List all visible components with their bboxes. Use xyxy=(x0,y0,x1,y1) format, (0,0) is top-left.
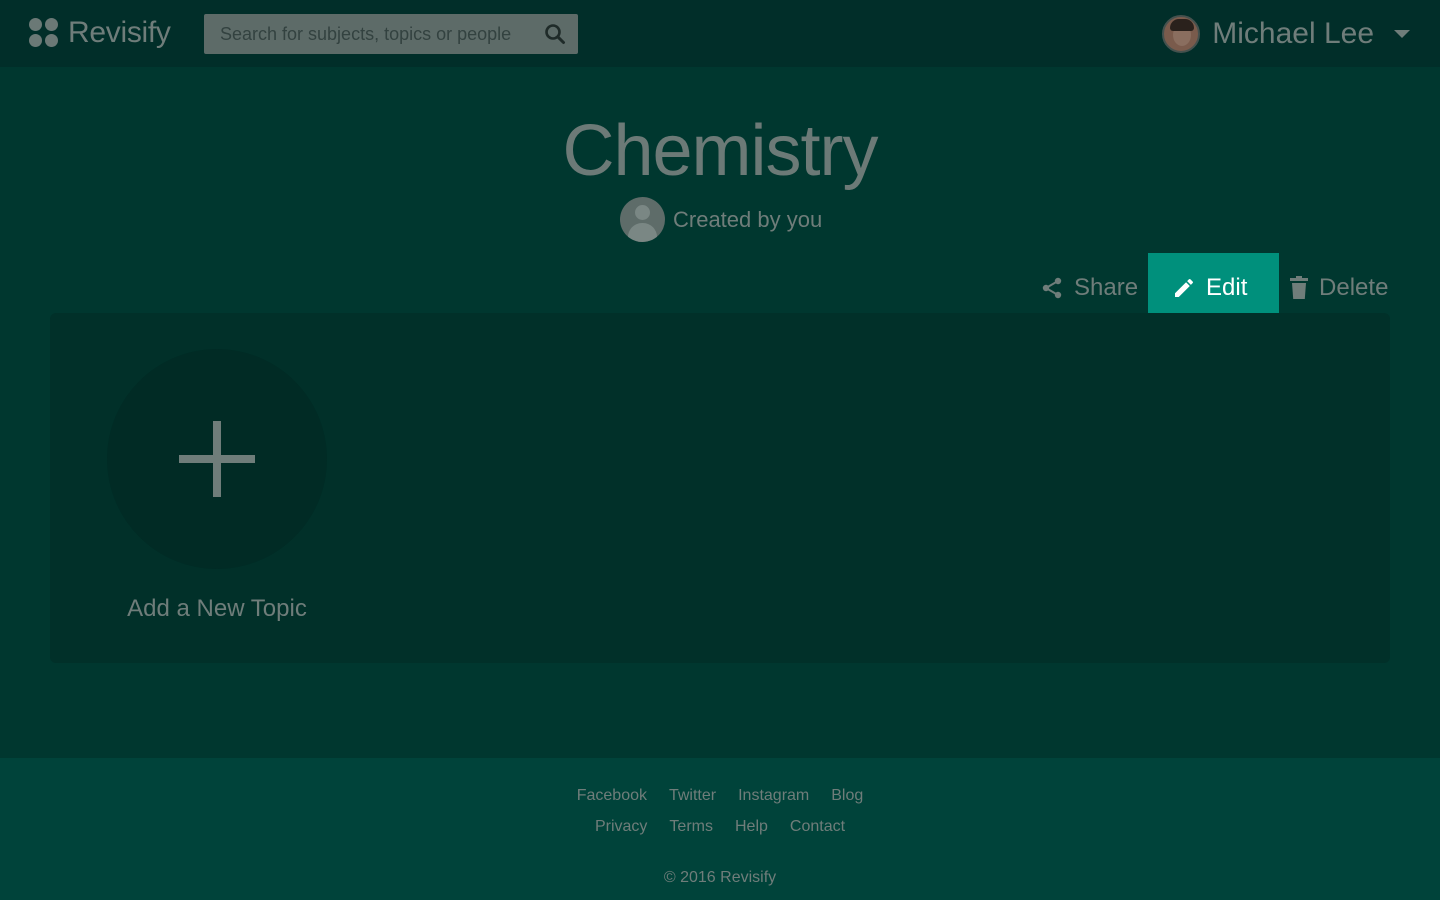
add-topic-label[interactable]: Add a New Topic xyxy=(70,595,364,623)
footer-link-blog[interactable]: Blog xyxy=(831,787,863,805)
edit-label: Edit xyxy=(1206,274,1248,301)
footer-link-twitter[interactable]: Twitter xyxy=(669,787,716,805)
chevron-down-icon xyxy=(1394,30,1410,38)
creator-text: Created by you xyxy=(673,206,823,232)
add-topic-button[interactable] xyxy=(107,349,327,569)
search-icon[interactable] xyxy=(532,14,578,54)
share-label: Share xyxy=(1074,274,1139,301)
footer-link-instagram[interactable]: Instagram xyxy=(738,787,809,805)
footer-link-terms[interactable]: Terms xyxy=(669,818,713,836)
creator-info: Created by you xyxy=(620,197,822,242)
footer-link-facebook[interactable]: Facebook xyxy=(577,787,647,805)
topics-panel: Add a New Topic xyxy=(50,313,1390,663)
search-bar xyxy=(204,14,578,54)
footer-link-contact[interactable]: Contact xyxy=(790,818,845,836)
default-avatar-icon xyxy=(620,197,665,242)
footer: Facebook Twitter Instagram Blog Privacy … xyxy=(0,758,1440,900)
search-input[interactable] xyxy=(204,14,532,54)
trash-icon xyxy=(1290,276,1309,299)
footer-link-help[interactable]: Help xyxy=(735,818,768,836)
user-name: Michael Lee xyxy=(1212,17,1374,50)
logo[interactable]: Revisify xyxy=(29,14,171,52)
delete-label: Delete xyxy=(1319,274,1389,301)
avatar xyxy=(1162,15,1201,53)
logo-icon xyxy=(29,18,59,48)
footer-link-privacy[interactable]: Privacy xyxy=(595,818,647,836)
logo-text: Revisify xyxy=(68,16,171,49)
copyright: © 2016 Revisify xyxy=(663,869,777,886)
plus-icon xyxy=(179,421,255,497)
page-title: Chemistry xyxy=(562,111,878,191)
pencil-icon xyxy=(1175,278,1194,297)
footer-links-primary: Facebook Twitter Instagram Blog xyxy=(0,787,1440,805)
share-icon xyxy=(1042,277,1062,299)
top-navbar: Revisify Michael Lee xyxy=(0,0,1440,67)
user-menu[interactable]: Michael Lee xyxy=(1162,14,1410,54)
footer-links-secondary: Privacy Terms Help Contact xyxy=(0,818,1440,836)
